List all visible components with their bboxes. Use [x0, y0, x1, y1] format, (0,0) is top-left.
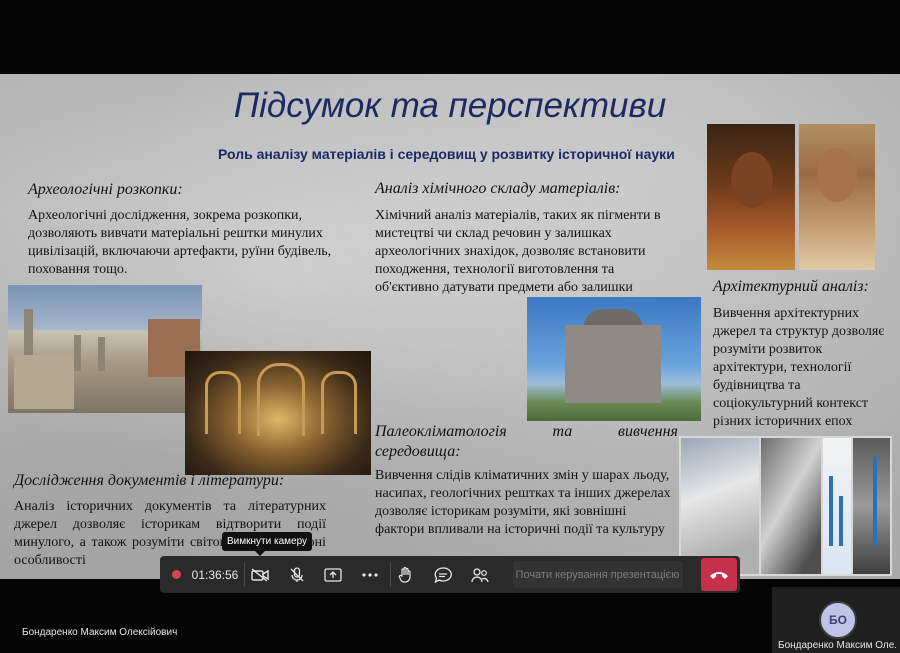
church-interior-photo: [185, 351, 371, 475]
mic-off-icon: [290, 566, 304, 582]
share-screen-button[interactable]: [318, 556, 348, 593]
hang-up-button[interactable]: [701, 558, 737, 591]
take-control-button[interactable]: Почати керування презентацією: [510, 556, 685, 593]
hang-up-icon: [710, 571, 728, 579]
more-icon: [362, 572, 378, 577]
share-screen-icon: [324, 567, 342, 582]
chat-icon: [434, 566, 452, 583]
chat-button[interactable]: [428, 556, 458, 593]
self-video-tile[interactable]: БО Бондаренко Максим Оле...: [772, 587, 900, 653]
raise-hand-button[interactable]: [391, 556, 421, 593]
paleoclimate-figure: [679, 436, 892, 576]
raise-hand-icon: [398, 566, 411, 583]
slide-title: Підсумок та перспективи: [233, 86, 667, 125]
heading-architecture: Архітектурний аналіз:: [713, 278, 869, 295]
text-chemical-analysis: Хімічний аналіз матеріалів, таких як піг…: [375, 208, 661, 295]
heading-paleoclimatology: Палеокліматологія та вивчення середовища…: [375, 423, 678, 460]
people-button[interactable]: [465, 556, 495, 593]
text-paleoclimatology: Вивчення слідів кліматичних змін у шарах…: [375, 468, 671, 537]
presentation-slide: Підсумок та перспективи Роль аналізу мат…: [0, 74, 900, 579]
house-with-chimeras-photo: [527, 297, 701, 421]
heading-chemical-analysis: Аналіз хімічного складу матеріалів:: [375, 180, 621, 197]
meeting-toolbar: 01:36:56 Почати керування презентацією: [160, 556, 740, 593]
fayum-portrait-1: [707, 124, 795, 270]
take-control-label: Почати керування презентацією: [512, 561, 683, 588]
heading-archaeology: Археологічні розкопки:: [28, 181, 183, 198]
presenter-name: Бондаренко Максим Олексійович: [22, 627, 178, 638]
camera-off-icon: [251, 567, 269, 582]
ruins-photo: [8, 285, 202, 413]
text-architecture: Вивчення архітектурних джерел та структу…: [713, 306, 885, 429]
people-icon: [471, 567, 489, 582]
camera-off-button[interactable]: [245, 556, 275, 593]
meeting-timer: 01:36:56: [191, 567, 239, 582]
fayum-portrait-2: [799, 124, 875, 270]
mic-off-button[interactable]: [282, 556, 312, 593]
avatar: БО: [819, 601, 857, 639]
text-archaeology: Археологічні дослідження, зокрема розкоп…: [28, 208, 332, 277]
self-tile-name: Бондаренко Максим Оле...: [778, 640, 896, 651]
record-icon: [172, 570, 181, 579]
slide-subtitle: Роль аналізу матеріалів і середовищ у ро…: [218, 146, 675, 162]
more-options-button[interactable]: [355, 556, 385, 593]
camera-tooltip: Вимкнути камеру: [222, 532, 313, 556]
